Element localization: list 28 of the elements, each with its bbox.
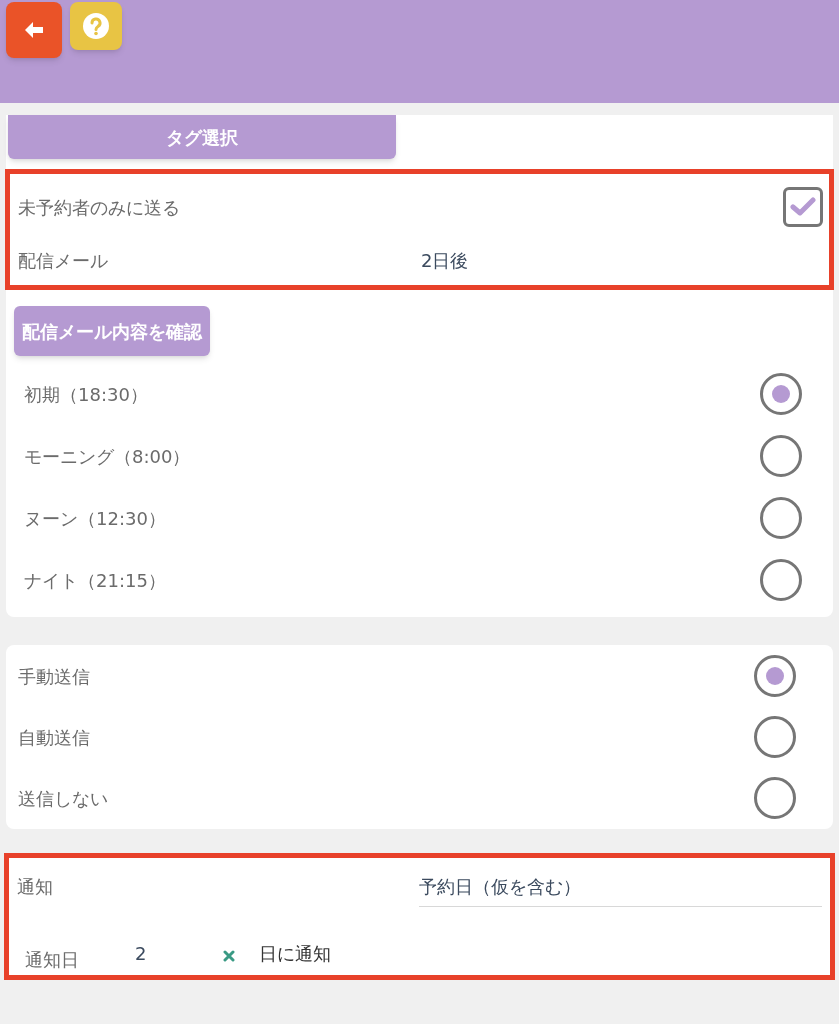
option-label: 手動送信 — [18, 664, 90, 689]
check-icon — [790, 197, 816, 217]
option-label: ヌーン（12:30） — [24, 506, 166, 531]
radio-button[interactable] — [754, 716, 796, 758]
radio-button[interactable] — [760, 497, 802, 539]
radio-button[interactable] — [760, 373, 802, 415]
checkbox[interactable] — [783, 187, 823, 227]
radio-button[interactable] — [754, 777, 796, 819]
option-label: 送信しない — [18, 786, 108, 811]
option-label: 自動送信 — [18, 725, 90, 750]
radio-button[interactable] — [760, 435, 802, 477]
option-label: モーニング（8:00） — [24, 444, 191, 469]
help-icon — [82, 12, 110, 40]
setting-value: 2日後 — [421, 248, 469, 273]
setting-label: 通知 — [17, 875, 54, 899]
radio-button[interactable] — [760, 559, 802, 601]
back-arrow-icon — [24, 21, 44, 39]
setting-label: 配信メール — [18, 248, 109, 273]
back-button[interactable] — [6, 2, 62, 58]
setting-label: 通知日 — [24, 948, 80, 972]
day-suffix: 日に通知 — [259, 942, 331, 966]
option-label: ナイト（21:15） — [24, 568, 166, 593]
select-field[interactable]: 予約日（仮を含む） — [419, 873, 822, 907]
day-input[interactable]: 2 — [135, 940, 223, 967]
radio-button[interactable] — [754, 655, 796, 697]
setting-label: 未予約者のみに送る — [18, 195, 180, 220]
option-label: 初期（18:30） — [24, 382, 148, 407]
close-icon[interactable] — [223, 950, 235, 962]
